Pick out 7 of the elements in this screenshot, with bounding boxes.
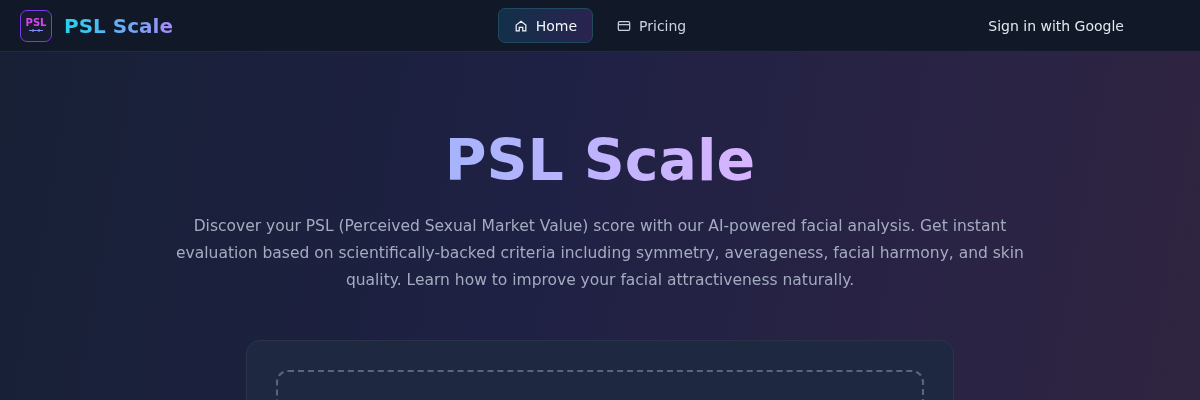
hero-description: Discover your PSL (Perceived Sexual Market Value) score with our AI-powered facial analysis. Get instant evaluation based on scientifically-backed criteria including symmetry, averageness, facial harmony, and skin quality. Learn how to improve your facial attractiveness naturally.	[175, 216, 1025, 291]
home-icon	[513, 18, 528, 33]
card-icon	[617, 18, 632, 33]
nav-tab[interactable]: Home	[497, 8, 594, 43]
sign-in-link[interactable]: Sign in with Google	[980, 11, 1180, 40]
logo-icon: PSL	[20, 9, 52, 42]
nav-tab[interactable]: Pricing	[601, 8, 703, 43]
